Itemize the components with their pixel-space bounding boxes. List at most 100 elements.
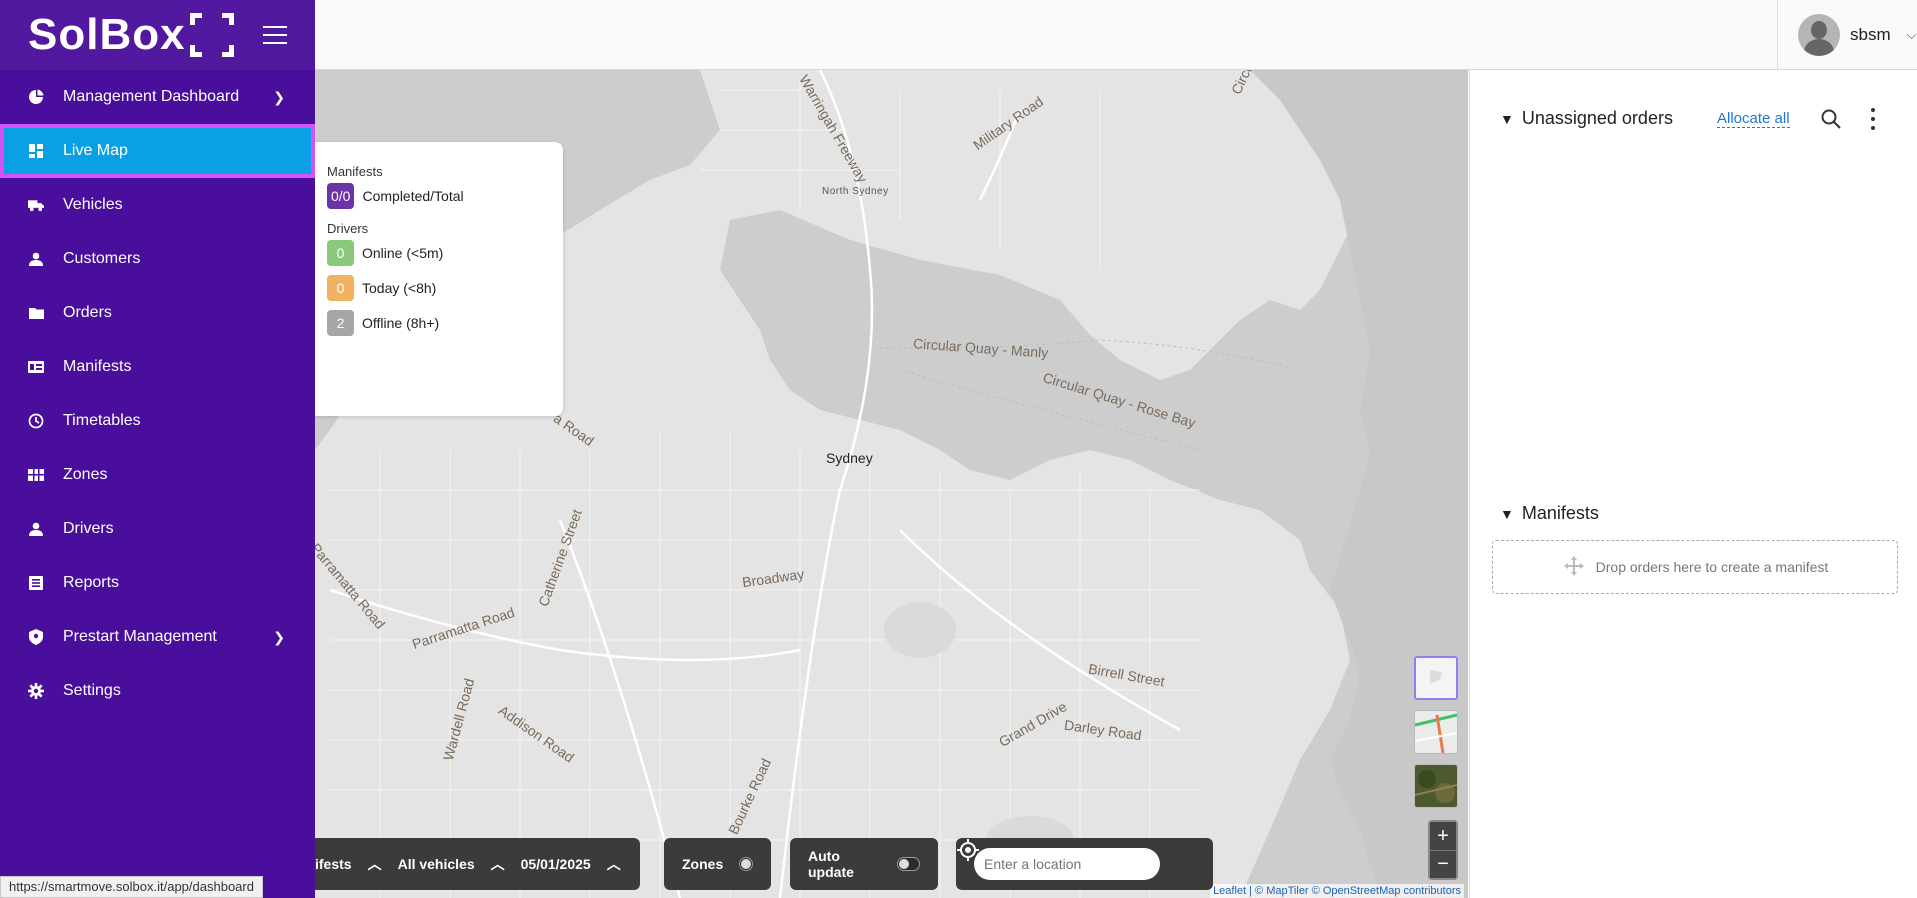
sidebar-item-label: Vehicles	[63, 196, 123, 213]
layer-streets-thumb[interactable]	[1414, 710, 1458, 754]
manifest-drop-zone[interactable]: Drop orders here to create a manifest	[1492, 540, 1898, 594]
zones-control: Zones	[664, 838, 771, 890]
location-input[interactable]	[974, 848, 1160, 880]
map-label-north-sydney: North Sydney	[822, 186, 889, 197]
zones-label: Zones	[682, 856, 724, 872]
manifests-count-badge: 0/0	[327, 183, 355, 209]
sidebar-item-label: Timetables	[63, 412, 141, 429]
layer-satellite-thumb[interactable]	[1414, 764, 1458, 808]
legend-today-row: 0 Today (<8h)	[327, 275, 551, 301]
chevron-down-icon: ▼	[1500, 110, 1514, 127]
unassigned-orders-header[interactable]: ▼ Unassigned orders	[1500, 108, 1673, 129]
sidebar-item-reports[interactable]: Reports	[0, 556, 315, 610]
allocate-all-link[interactable]: Allocate all	[1717, 110, 1790, 128]
sidebar-header: SolBox	[0, 0, 315, 70]
solbox-logo[interactable]: SolBox	[28, 10, 234, 60]
logo-bracket-icon	[189, 13, 234, 57]
zoom-out-button[interactable]: −	[1430, 850, 1456, 878]
zoom-in-button[interactable]: +	[1430, 822, 1456, 850]
truck-icon	[28, 197, 44, 213]
sidebar-item-label: Reports	[63, 574, 120, 591]
sidebar-item-label: Management Dashboard	[63, 88, 240, 105]
map-label-sydney: Sydney	[826, 450, 873, 466]
layer-light-thumb[interactable]	[1414, 656, 1458, 700]
map-attribution[interactable]: Leaflet | © MapTiler © OpenStreetMap con…	[1210, 884, 1464, 898]
pie-chart-icon	[28, 89, 44, 105]
search-icon[interactable]	[1820, 108, 1842, 135]
chevron-up-icon[interactable]: ︿	[491, 854, 505, 874]
sidebar-item-live-map[interactable]: Live Map	[0, 124, 315, 178]
map-legend: Manifests 0/0 Completed/Total Drivers 0 …	[315, 142, 563, 416]
today-label: Today (<8h)	[362, 280, 437, 296]
drop-zone-text: Drop orders here to create a manifest	[1595, 559, 1829, 575]
location-search-control	[956, 838, 1213, 890]
sidebar-item-management-dashboard[interactable]: Management Dashboard ❯	[0, 70, 315, 124]
locate-me-icon[interactable]	[957, 839, 1195, 876]
filter-bar: ifests ︿ All vehicles ︿ 05/01/2025 ︿	[295, 838, 640, 890]
sidebar-item-orders[interactable]: Orders	[0, 286, 315, 340]
orders-panel: ▼ Unassigned orders Allocate all ▼ Manif…	[1469, 70, 1917, 898]
sidebar: SolBox Management Dashboard ❯ Live Map V…	[0, 0, 315, 898]
chevron-down-icon: ▼	[1500, 505, 1514, 522]
person-icon	[28, 521, 44, 537]
sidebar-item-manifests[interactable]: Manifests	[0, 340, 315, 394]
sidebar-item-label: Live Map	[63, 142, 128, 159]
username: sbsm	[1850, 24, 1891, 44]
shield-icon	[28, 629, 44, 645]
auto-update-label: Auto update	[808, 848, 854, 880]
sidebar-item-zones[interactable]: Zones	[0, 448, 315, 502]
sidebar-item-customers[interactable]: Customers	[0, 232, 315, 286]
unassigned-orders-title: Unassigned orders	[1521, 108, 1673, 128]
sidebar-item-drivers[interactable]: Drivers	[0, 502, 315, 556]
zoom-control: + −	[1428, 820, 1458, 880]
manifests-section-title: Manifests	[1521, 503, 1599, 523]
chevron-right-icon: ❯	[273, 88, 285, 105]
person-icon	[28, 251, 44, 267]
hamburger-menu-icon[interactable]	[263, 26, 287, 44]
manifest-list-icon	[28, 359, 44, 375]
legend-manifests-row: 0/0 Completed/Total	[327, 183, 551, 209]
sidebar-item-label: Zones	[63, 466, 108, 483]
zones-icon	[28, 467, 44, 483]
sidebar-nav: Management Dashboard ❯ Live Map Vehicles…	[0, 70, 315, 718]
report-icon	[28, 575, 44, 591]
date-filter-label[interactable]: 05/01/2025	[521, 856, 591, 872]
logo-text: SolBox	[28, 10, 186, 59]
map-layer-switcher	[1414, 656, 1458, 808]
more-options-icon[interactable]	[1870, 108, 1876, 130]
sidebar-item-label: Customers	[63, 250, 141, 267]
sidebar-item-timetables[interactable]: Timetables	[0, 394, 315, 448]
manifests-filter-label[interactable]: ifests	[315, 856, 352, 872]
sidebar-item-vehicles[interactable]: Vehicles	[0, 178, 315, 232]
sidebar-item-label: Orders	[63, 304, 112, 321]
user-menu[interactable]: sbsm ⌵	[1777, 0, 1917, 69]
dashboard-grid-icon	[28, 143, 44, 159]
folder-icon	[28, 305, 44, 321]
sidebar-item-settings[interactable]: Settings	[0, 664, 315, 718]
auto-update-toggle[interactable]	[896, 857, 920, 871]
vehicles-filter-label[interactable]: All vehicles	[398, 856, 475, 872]
chevron-up-icon[interactable]: ︿	[607, 854, 621, 874]
legend-manifests-title: Manifests	[327, 164, 383, 179]
move-icon	[1562, 554, 1586, 581]
legend-online-row: 0 Online (<5m)	[327, 240, 551, 266]
clock-icon	[28, 413, 44, 429]
sidebar-item-prestart-management[interactable]: Prestart Management ❯	[0, 610, 315, 664]
legend-drivers-title: Drivers	[327, 221, 369, 236]
chevron-right-icon: ❯	[273, 628, 285, 645]
gear-icon	[28, 683, 44, 699]
chevron-down-icon: ⌵	[1906, 26, 1917, 42]
offline-label: Offline (8h+)	[362, 315, 440, 331]
chevron-up-icon[interactable]: ︿	[368, 854, 382, 874]
online-count-badge: 0	[327, 240, 354, 266]
avatar	[1798, 13, 1840, 56]
sidebar-item-label: Prestart Management	[63, 628, 217, 645]
zones-toggle[interactable]	[739, 857, 753, 871]
offline-count-badge: 2	[327, 310, 354, 336]
sidebar-item-label: Manifests	[63, 358, 132, 375]
sidebar-item-label: Drivers	[63, 520, 114, 537]
auto-update-control: Auto update	[790, 838, 938, 890]
manifests-header[interactable]: ▼ Manifests	[1500, 503, 1599, 524]
online-label: Online (<5m)	[362, 245, 444, 261]
legend-offline-row: 2 Offline (8h+)	[327, 310, 551, 336]
